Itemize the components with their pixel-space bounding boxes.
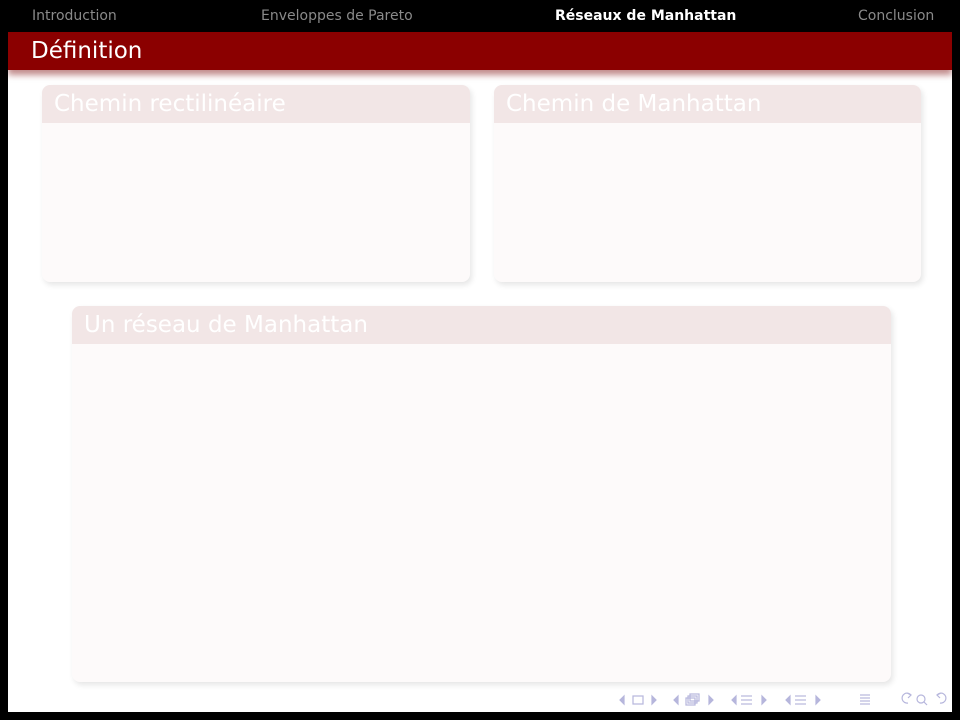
frame-prev-arrow-left-icon[interactable]: [673, 694, 679, 706]
section-navigation-bar: Introduction Enveloppes de Pareto Réseau…: [0, 0, 960, 32]
nav-section-conclusion[interactable]: Conclusion: [858, 8, 934, 24]
nav-section-introduction[interactable]: Introduction: [32, 8, 117, 24]
frame-title-bar: Définition: [8, 32, 952, 70]
section-next-arrow-right-icon[interactable]: [815, 694, 821, 706]
block-un-reseau-de-manhattan: Un réseau de Manhattan: [72, 306, 891, 682]
block-header: Chemin de Manhattan: [494, 85, 921, 123]
slide-prev-arrow-left-icon[interactable]: [619, 694, 625, 706]
frame-edge-right: [952, 32, 960, 720]
frame-icon[interactable]: [685, 693, 700, 706]
section-icon[interactable]: [795, 695, 806, 705]
block-chemin-rectilineaire: Chemin rectilinéaire: [42, 85, 470, 282]
block-chemin-de-manhattan: Chemin de Manhattan: [494, 85, 921, 282]
frame-title: Définition: [31, 38, 143, 64]
redo-icon[interactable]: [935, 692, 947, 704]
subsection-prev-arrow-left-icon[interactable]: [731, 694, 737, 706]
block-title: Un réseau de Manhattan: [84, 312, 368, 338]
align-icon[interactable]: [860, 694, 870, 705]
nav-section-enveloppes-de-pareto[interactable]: Enveloppes de Pareto: [261, 8, 413, 24]
block-title: Chemin rectilinéaire: [54, 91, 286, 117]
subsection-icon[interactable]: [741, 695, 752, 705]
slide: Introduction Enveloppes de Pareto Réseau…: [0, 0, 960, 720]
block-title: Chemin de Manhattan: [506, 91, 762, 117]
subsection-next-arrow-right-icon[interactable]: [761, 694, 767, 706]
frame-edge-left: [0, 32, 8, 720]
section-prev-arrow-left-icon[interactable]: [785, 694, 791, 706]
frame-next-arrow-right-icon[interactable]: [708, 694, 714, 706]
slide-next-arrow-right-icon[interactable]: [651, 694, 657, 706]
slide-icon[interactable]: [632, 695, 644, 705]
undo-icon[interactable]: [901, 692, 913, 704]
block-header: Chemin rectilinéaire: [42, 85, 470, 123]
block-header: Un réseau de Manhattan: [72, 306, 891, 344]
frame-edge-bottom: [0, 712, 960, 720]
beamer-navigation-symbols: [614, 689, 954, 709]
nav-section-reseaux-de-manhattan[interactable]: Réseaux de Manhattan: [555, 8, 736, 24]
search-icon[interactable]: [916, 694, 928, 706]
